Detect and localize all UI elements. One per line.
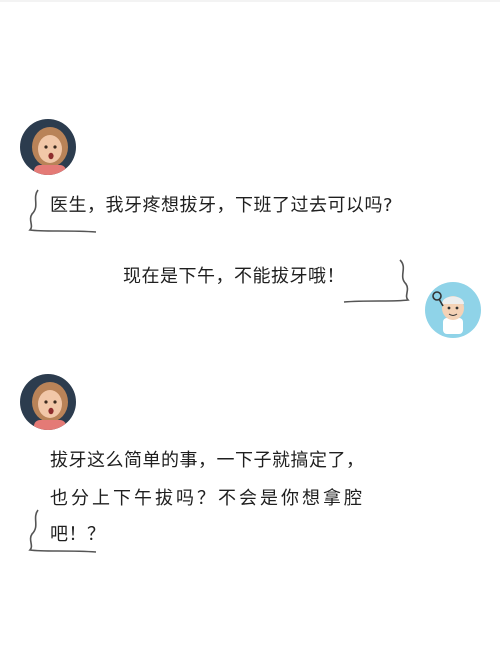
patient-avatar (20, 119, 76, 175)
patient-message-1: 医生，我牙疼想拔牙，下班了过去可以吗? (50, 195, 394, 216)
top-divider (0, 0, 500, 2)
doctor-avatar (425, 282, 481, 338)
patient-message-2-line-1: 拔牙这么简单的事，一下子就搞定了， (50, 450, 365, 471)
bubble-corner-mark (343, 259, 410, 303)
patient-avatar (20, 374, 76, 430)
bubble-corner-mark (28, 509, 97, 553)
doctor-message: 现在是下午，不能拔牙哦！ (123, 266, 345, 287)
